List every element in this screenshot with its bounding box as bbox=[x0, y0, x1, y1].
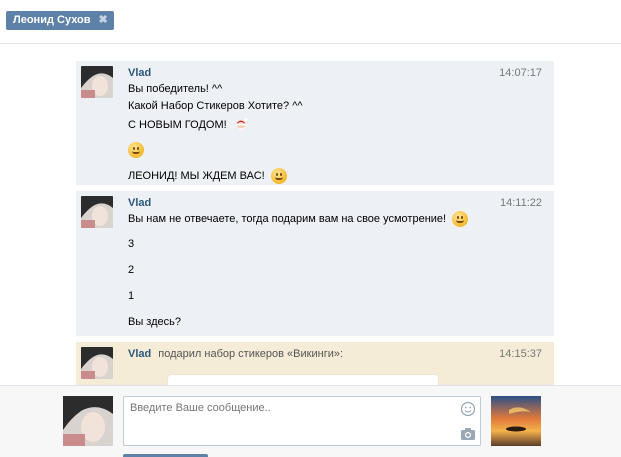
message-composer: Введите Ваше сообщение.. bbox=[0, 385, 621, 457]
message: Vlad 14:11:22 Вы нам не отвечаете, тогда… bbox=[76, 191, 554, 336]
message-author: Vlad подарил набор стикеров «Викинги»: bbox=[128, 348, 343, 360]
camera-icon[interactable] bbox=[460, 427, 476, 441]
gift-message: Vlad подарил набор стикеров «Викинги»: 1… bbox=[76, 342, 554, 385]
message-line bbox=[128, 142, 528, 158]
message: Vlad 14:07:17 Вы победитель! ^^ Какой На… bbox=[76, 61, 554, 185]
santa-emoji-icon bbox=[233, 117, 249, 133]
message-body: Вы победитель! ^^ Какой Набор Стикеров Х… bbox=[128, 83, 528, 185]
message-line: 2 bbox=[128, 264, 135, 276]
close-icon[interactable]: ✖ bbox=[99, 11, 108, 30]
smile-emoji-icon bbox=[452, 211, 469, 228]
gift-action-text: подарил набор стикеров «Викинги»: bbox=[158, 348, 344, 360]
my-avatar[interactable] bbox=[63, 396, 113, 446]
message-time[interactable]: 14:11:22 bbox=[500, 197, 542, 209]
message-text: С НОВЫМ ГОДОМ! bbox=[128, 118, 227, 131]
message-line: 1 bbox=[128, 290, 135, 302]
author-link[interactable]: Vlad bbox=[128, 348, 151, 360]
message-body: Вы нам не отвечаете, тогда подарим вам н… bbox=[128, 211, 528, 329]
dialog-tab[interactable]: Леонид Сухов ✖ bbox=[6, 11, 114, 30]
sticker-pack-card[interactable] bbox=[168, 375, 438, 385]
smile-emoji-icon bbox=[128, 142, 144, 158]
recipient-avatar[interactable] bbox=[491, 396, 541, 446]
message-line: Какой Набор Стикеров Хотите? ^^ bbox=[128, 100, 303, 112]
message-author[interactable]: Vlad bbox=[128, 197, 151, 209]
message-line: Вы победитель! ^^ bbox=[128, 83, 223, 95]
smiley-icon[interactable] bbox=[460, 401, 476, 417]
message-text: Вы нам не отвечаете, тогда подарим вам н… bbox=[128, 213, 447, 225]
message-input-placeholder: Введите Ваше сообщение.. bbox=[130, 402, 271, 414]
dialog-tab-title: Леонид Сухов bbox=[13, 14, 91, 26]
message-line: С НОВЫМ ГОДОМ! bbox=[128, 117, 528, 133]
message-author[interactable]: Vlad bbox=[128, 67, 151, 79]
message-history[interactable]: Vlad 14:07:17 Вы победитель! ^^ Какой На… bbox=[0, 45, 621, 385]
message-text: ЛЕОНИД! МЫ ЖДЕМ ВАС! bbox=[128, 170, 265, 182]
smile-emoji-icon bbox=[270, 168, 287, 185]
avatar[interactable] bbox=[81, 347, 113, 379]
message-line: Вы здесь? bbox=[128, 316, 181, 328]
message-input[interactable]: Введите Ваше сообщение.. bbox=[123, 396, 481, 446]
message-line: 3 bbox=[128, 238, 135, 250]
message-time[interactable]: 14:15:37 bbox=[499, 348, 542, 360]
message-line: Вы нам не отвечаете, тогда подарим вам н… bbox=[128, 211, 528, 228]
message-line: ЛЕОНИД! МЫ ЖДЕМ ВАС! bbox=[128, 168, 528, 185]
avatar[interactable] bbox=[81, 196, 113, 228]
message-time[interactable]: 14:07:17 bbox=[499, 67, 542, 79]
avatar[interactable] bbox=[81, 66, 113, 98]
top-bar: Леонид Сухов ✖ bbox=[0, 0, 621, 44]
